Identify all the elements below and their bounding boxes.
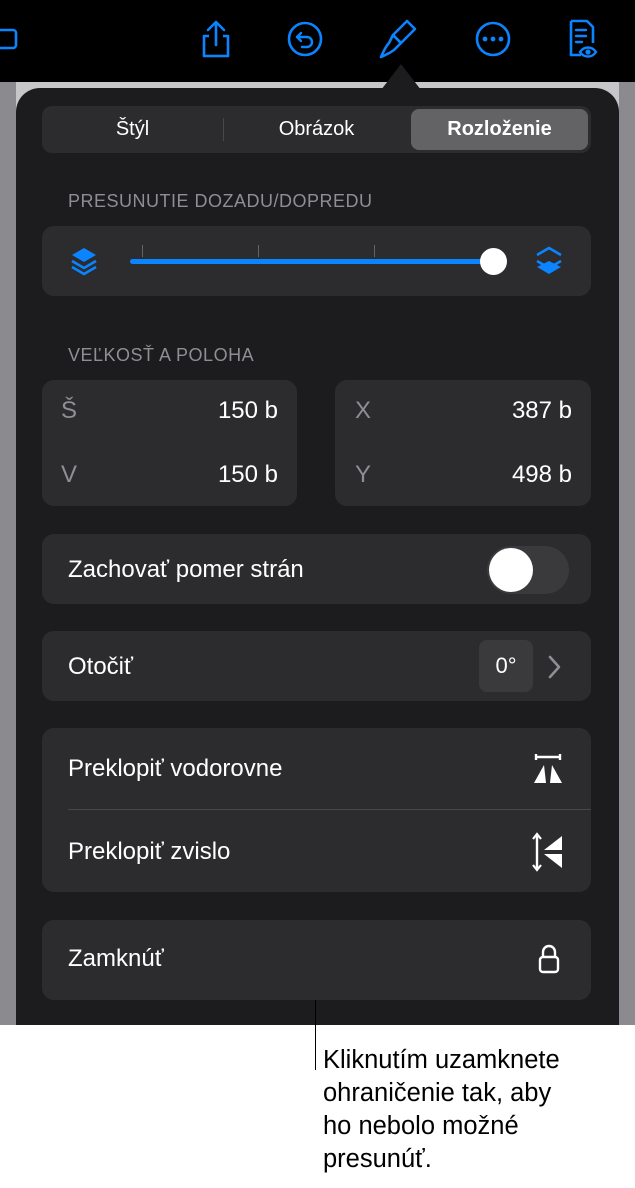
arrange-slider-thumb[interactable] (480, 248, 507, 275)
reading-view-icon[interactable] (561, 16, 603, 62)
app-frame: Štýl Obrázok Rozloženie PRESUNUTIE DOZAD… (0, 0, 635, 1025)
height-field[interactable]: 150 b (150, 461, 278, 489)
chevron-right-icon (546, 654, 562, 685)
segment-divider (223, 118, 224, 141)
y-label: Y (355, 461, 372, 488)
bring-to-front-icon[interactable] (533, 244, 565, 283)
tab-image[interactable]: Obrázok (226, 109, 407, 150)
undo-icon[interactable] (284, 16, 326, 62)
slider-tick (142, 245, 143, 257)
more-icon[interactable] (472, 16, 514, 62)
tab-style[interactable]: Štýl (45, 109, 220, 150)
flip-vertical-icon[interactable] (530, 832, 566, 877)
format-brush-icon[interactable] (377, 16, 419, 62)
x-field[interactable]: 387 b (440, 397, 572, 425)
callout-text: Kliknutím uzamknete ohraničenie tak, aby… (323, 1046, 560, 1173)
flip-horizontal-label[interactable]: Preklopiť vodorovne (68, 755, 282, 783)
segmented-control: Štýl Obrázok Rozloženie (42, 106, 591, 153)
width-field[interactable]: 150 b (150, 397, 278, 425)
media-icon[interactable] (0, 16, 28, 62)
flip-horizontal-icon[interactable] (530, 753, 566, 790)
dimmed-document-left (0, 82, 16, 1025)
section-label-size-position: VEĽKOSŤ A POLOHA (68, 345, 255, 365)
width-label: Š (61, 397, 78, 424)
height-label: V (61, 461, 78, 488)
constrain-label: Zachovať pomer strán (68, 556, 304, 583)
toggle-knob (489, 548, 533, 592)
rotate-value[interactable]: 0° (479, 640, 533, 692)
share-icon[interactable] (195, 16, 237, 62)
lock-label: Zamknúť (68, 945, 164, 972)
slider-tick (374, 245, 375, 257)
constrain-toggle[interactable] (487, 546, 569, 594)
x-label: X (355, 397, 372, 424)
toolbar (0, 0, 635, 82)
tab-arrange[interactable]: Rozloženie (411, 109, 588, 150)
callout-line (315, 1000, 316, 1070)
arrange-slider-track[interactable] (130, 259, 494, 264)
flip-separator (68, 809, 591, 810)
section-label-arrange: PRESUNUTIE DOZADU/DOPREDU (68, 191, 373, 211)
rotate-label: Otočiť (68, 653, 134, 680)
flip-card (42, 728, 591, 892)
dimmed-document-right (619, 82, 635, 1025)
lock-icon[interactable] (537, 943, 561, 980)
send-to-back-icon[interactable] (68, 244, 100, 283)
slider-tick (258, 245, 259, 257)
popover-arrow (381, 64, 421, 90)
flip-vertical-label[interactable]: Preklopiť zvislo (68, 838, 230, 866)
y-field[interactable]: 498 b (440, 461, 572, 489)
